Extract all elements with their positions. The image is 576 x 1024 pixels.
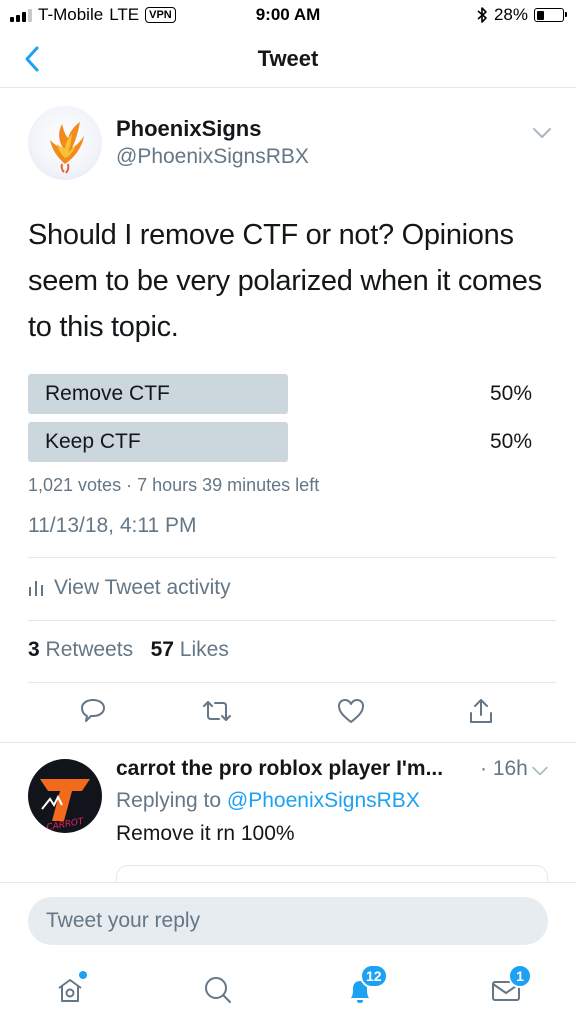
page-title: Tweet — [257, 46, 319, 71]
notifications-badge: 12 — [360, 964, 388, 988]
tweet-options-button[interactable] — [532, 126, 552, 140]
reply-text: Remove it rn 100% — [116, 822, 295, 845]
view-tweet-activity-label: View Tweet activity — [54, 576, 231, 599]
tab-search[interactable] — [200, 972, 236, 1008]
status-right: 28% — [476, 5, 567, 25]
tab-notifications[interactable]: 12 — [342, 964, 388, 1008]
reply-time-value: 16h — [492, 757, 528, 780]
poll-option-label: Remove CTF — [45, 382, 170, 405]
tweet-timestamp: 11/13/18, 4:11 PM — [28, 514, 197, 537]
heart-icon — [338, 699, 364, 723]
retweet-icon — [203, 701, 231, 721]
tab-home[interactable] — [52, 970, 88, 1008]
tweet-text: Should I remove CTF or not? Opinions see… — [28, 219, 542, 343]
retweets-stat[interactable]: 3 Retweets — [28, 638, 133, 661]
retweets-count: 3 — [28, 638, 40, 661]
reply-author-name[interactable]: carrot the pro roblox player I'm... — [116, 757, 464, 781]
bar-chart-icon — [29, 581, 43, 596]
replying-to: Replying to @PhoenixSignsRBX — [116, 789, 420, 813]
share-button[interactable] — [466, 696, 496, 726]
poll-votes: 1,021 votes — [28, 475, 122, 495]
reply-icon — [81, 699, 105, 722]
poll-option: Keep CTF 50% — [28, 422, 548, 462]
chevron-down-icon — [533, 128, 551, 138]
divider — [28, 682, 556, 683]
section-divider — [0, 742, 576, 743]
reply-options-button[interactable] — [531, 764, 551, 778]
tweet-stats: 3 Retweets 57 Likes — [28, 638, 229, 662]
reply-button[interactable] — [78, 696, 108, 726]
status-bar: T-Mobile LTE VPN 9:00 AM 28% — [0, 0, 576, 30]
poll-option: Remove CTF 50% — [28, 374, 548, 414]
bluetooth-icon — [477, 7, 487, 23]
divider — [28, 620, 556, 621]
poll-meta: 1,021 votes · 7 hours 39 minutes left — [28, 475, 319, 496]
retweets-label: Retweets — [45, 638, 134, 661]
reply-input[interactable] — [28, 897, 548, 945]
meta-separator: · — [126, 475, 138, 495]
poll-option-percent: 50% — [489, 382, 532, 405]
battery-icon — [534, 8, 567, 22]
poll-option-label: Keep CTF — [45, 430, 141, 453]
search-icon — [205, 977, 231, 1003]
author-avatar[interactable] — [28, 106, 102, 180]
author-handle[interactable]: @PhoenixSignsRBX — [116, 145, 309, 169]
phoenix-logo-icon — [50, 122, 84, 174]
retweet-button[interactable] — [201, 696, 231, 726]
likes-count: 57 — [150, 638, 174, 661]
messages-badge: 1 — [508, 964, 532, 988]
reply-author-avatar[interactable]: CARROT — [28, 759, 102, 833]
compose-bar — [0, 882, 576, 958]
replying-prefix: Replying to — [116, 789, 222, 812]
svg-text:CARROT: CARROT — [46, 817, 86, 833]
likes-stat[interactable]: 57 Likes — [151, 638, 229, 661]
poll-time-left: 7 hours 39 minutes left — [137, 475, 320, 495]
tab-messages[interactable]: 1 — [488, 964, 532, 1008]
like-button[interactable] — [336, 696, 366, 726]
author-name[interactable]: PhoenixSigns — [116, 116, 261, 142]
battery-percent: 28% — [493, 5, 528, 24]
divider — [28, 557, 556, 558]
share-icon — [470, 699, 492, 723]
likes-label: Likes — [179, 638, 229, 661]
chevron-down-icon — [532, 766, 548, 776]
navigation-bar: Tweet — [0, 30, 576, 88]
replying-handle-link[interactable]: @PhoenixSignsRBX — [227, 789, 420, 812]
reply-time: · 16h — [480, 757, 528, 780]
poll-option-percent: 50% — [489, 430, 532, 453]
tab-bar: 12 1 — [0, 958, 576, 1024]
view-tweet-activity-button[interactable]: View Tweet activity — [28, 576, 231, 600]
home-notification-dot — [78, 970, 88, 980]
carrot-logo-icon: CARROT — [40, 779, 90, 833]
